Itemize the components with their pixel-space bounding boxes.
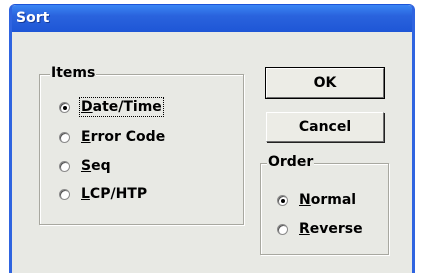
- radio-label-seq[interactable]: Seq: [81, 158, 111, 174]
- radio-button-reverse[interactable]: [277, 223, 288, 235]
- order-group-legend: Order: [267, 154, 315, 170]
- radio-label-normal[interactable]: Normal: [299, 192, 356, 208]
- cancel-button[interactable]: Cancel: [266, 112, 384, 142]
- ok-button[interactable]: OK: [265, 67, 385, 99]
- radio-label-lcp-htp[interactable]: LCP/HTP: [81, 186, 147, 202]
- radio-button-date-time[interactable]: [59, 101, 70, 113]
- radio-option-seq[interactable]: Seq: [59, 155, 111, 177]
- radio-button-lcp-htp[interactable]: [59, 188, 70, 200]
- window-title: Sort: [16, 10, 50, 26]
- radio-button-seq[interactable]: [59, 160, 70, 172]
- title-bar[interactable]: Sort: [12, 5, 412, 32]
- dialog-client-area: Items Date/Time Error Code Seq LCP/HTP O…: [12, 32, 412, 273]
- radio-button-error-code[interactable]: [59, 131, 70, 143]
- radio-label-reverse[interactable]: Reverse: [299, 221, 363, 237]
- radio-label-date-time[interactable]: Date/Time: [79, 97, 164, 117]
- sort-dialog: Sort Items Date/Time Error Code Seq LCP/…: [9, 4, 415, 273]
- items-groupbox: Items Date/Time Error Code Seq LCP/HTP: [39, 65, 244, 225]
- radio-label-error-code[interactable]: Error Code: [81, 129, 165, 145]
- radio-option-error-code[interactable]: Error Code: [59, 126, 165, 148]
- radio-option-lcp-htp[interactable]: LCP/HTP: [59, 183, 147, 205]
- order-groupbox: Order Normal Reverse: [260, 154, 389, 255]
- radio-button-normal[interactable]: [277, 194, 288, 206]
- radio-option-date-time[interactable]: Date/Time: [59, 96, 164, 118]
- radio-option-normal[interactable]: Normal: [277, 189, 356, 211]
- items-group-legend: Items: [50, 65, 97, 81]
- radio-option-reverse[interactable]: Reverse: [277, 218, 363, 240]
